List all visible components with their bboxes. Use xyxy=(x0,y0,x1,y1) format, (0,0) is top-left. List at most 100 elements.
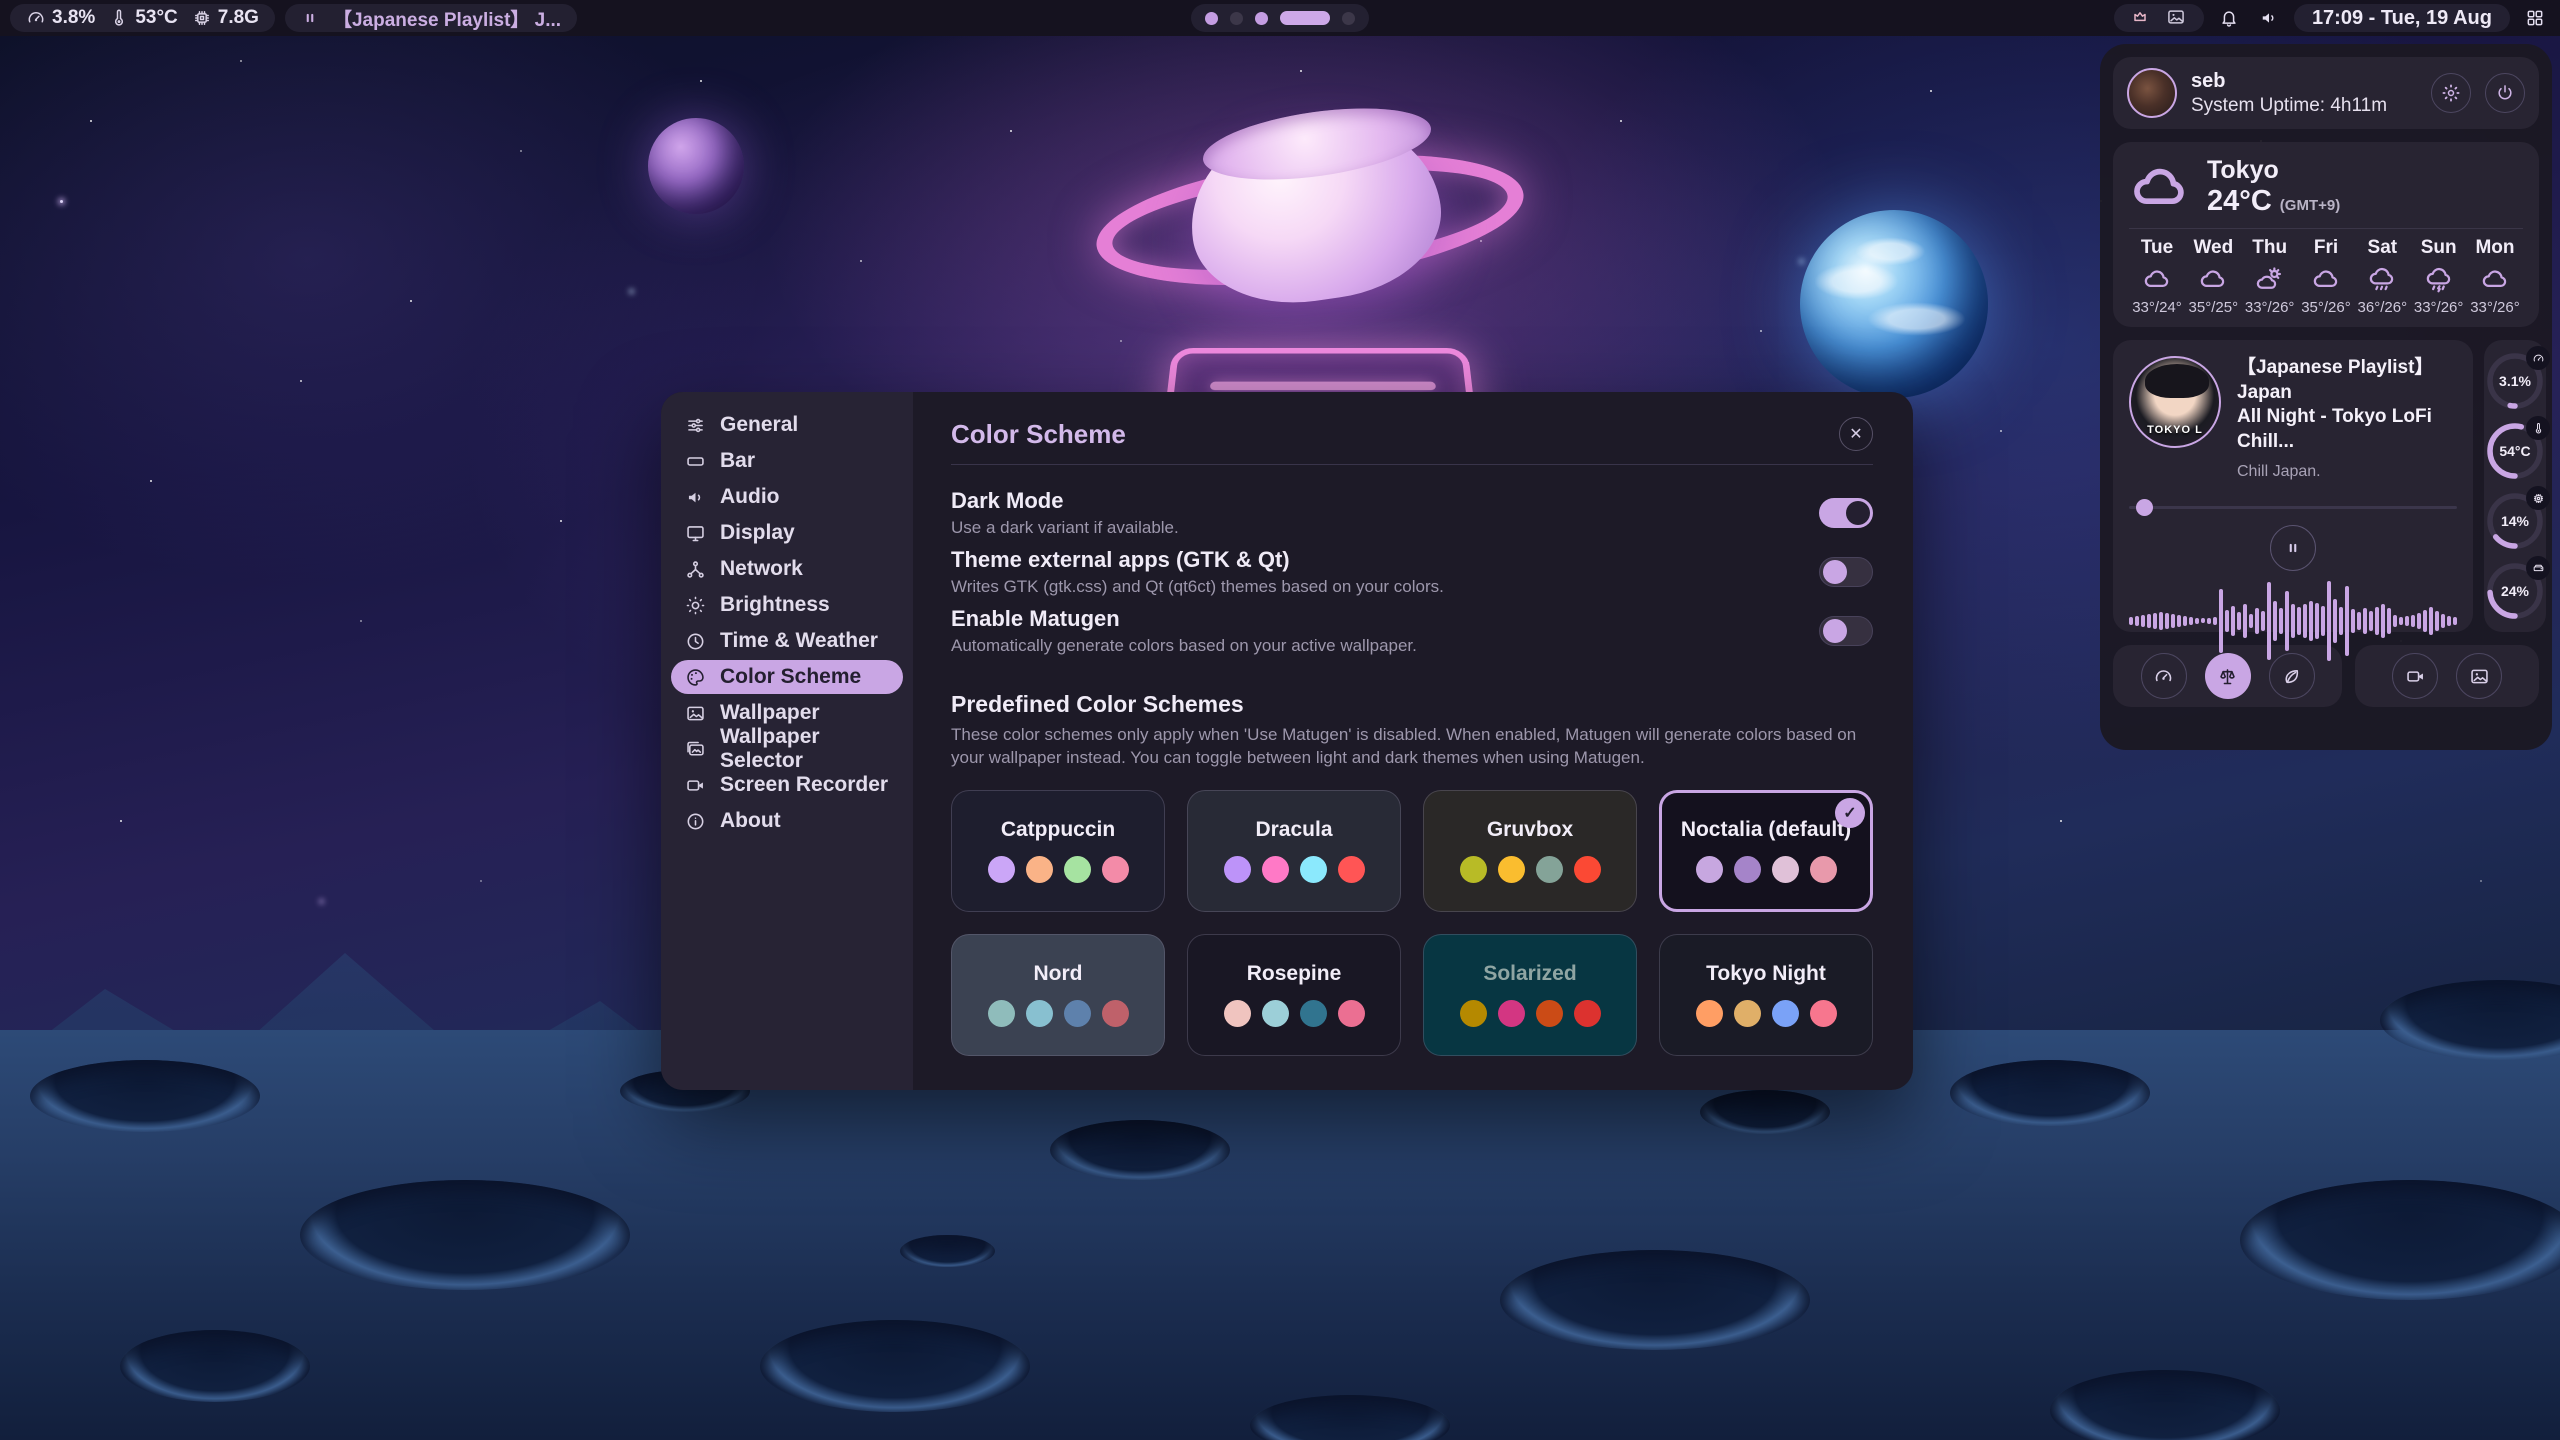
visualizer-bar xyxy=(2207,618,2211,624)
workspace-4-active[interactable] xyxy=(1280,11,1330,25)
color-swatch xyxy=(1102,856,1129,883)
sidebar-item-general[interactable]: General xyxy=(671,408,903,442)
color-swatch xyxy=(1536,1000,1563,1027)
visualizer-bar xyxy=(2189,617,2193,625)
image-button[interactable] xyxy=(2456,653,2502,699)
visualizer-bar xyxy=(2261,611,2265,631)
setting-title: Theme external apps (GTK & Qt) xyxy=(951,547,1444,573)
color-swatch xyxy=(1734,1000,1761,1027)
visualizer-bar xyxy=(2237,612,2241,630)
close-button[interactable]: ✕ xyxy=(1839,417,1873,451)
sidebar-item-time-weather[interactable]: Time & Weather xyxy=(671,624,903,658)
visualizer-bar xyxy=(2141,615,2145,627)
workspaces-pill[interactable] xyxy=(1191,4,1369,32)
scheme-card-rosepine[interactable]: Rosepine xyxy=(1187,934,1401,1056)
gear-icon[interactable] xyxy=(2431,73,2471,113)
sidebar-item-about[interactable]: About xyxy=(671,804,903,838)
visualizer-bar xyxy=(2441,614,2445,628)
cloud-icon xyxy=(2480,264,2510,294)
image-icon[interactable] xyxy=(2166,7,2188,29)
tray-app-icon[interactable] xyxy=(2130,7,2152,29)
scheme-card-solarized[interactable]: Solarized xyxy=(1423,934,1637,1056)
dashboard-icon[interactable] xyxy=(2520,3,2550,33)
visualizer-bar xyxy=(2423,610,2427,632)
gauge-disk: 24% xyxy=(2484,560,2546,622)
system-tray[interactable] xyxy=(2114,4,2204,32)
sidebar-item-color-scheme[interactable]: Color Scheme xyxy=(671,660,903,694)
scheme-name: Dracula xyxy=(1255,818,1332,842)
visualizer-bar xyxy=(2357,612,2361,630)
scheme-name: Solarized xyxy=(1483,962,1576,986)
media-player-card: TOKYO L 【Japanese Playlist】 Japan All Ni… xyxy=(2113,340,2473,632)
bell-icon[interactable] xyxy=(2214,3,2244,33)
sidebar-item-wallpaper-selector[interactable]: Wallpaper Selector xyxy=(671,732,903,766)
user-card: seb System Uptime: 4h11m xyxy=(2113,57,2539,129)
visualizer-bar xyxy=(2345,586,2349,656)
visualizer-bar xyxy=(2435,611,2439,631)
album-art-label: TOKYO L xyxy=(2131,424,2219,436)
crater xyxy=(1500,1250,1810,1350)
sidebar-item-brightness[interactable]: Brightness xyxy=(671,588,903,622)
sidebar-item-audio[interactable]: Audio xyxy=(671,480,903,514)
scheme-card-nord[interactable]: Nord xyxy=(951,934,1165,1056)
scheme-card-tokyo-night[interactable]: Tokyo Night xyxy=(1659,934,1873,1056)
toggle-switch[interactable] xyxy=(1819,498,1873,528)
visualizer-bar xyxy=(2177,615,2181,627)
scheme-name: Nord xyxy=(1034,962,1083,986)
toggle-switch[interactable] xyxy=(1819,557,1873,587)
sidebar-item-bar[interactable]: Bar xyxy=(671,444,903,478)
gallery-icon xyxy=(685,739,706,760)
workspace-2[interactable] xyxy=(1230,12,1243,25)
color-swatch xyxy=(1772,856,1799,883)
thermometer-icon xyxy=(2526,416,2550,440)
bar-media-label: 【Japanese Playlist】 J... xyxy=(333,5,561,32)
sidebar-item-display[interactable]: Display xyxy=(671,516,903,550)
color-swatch xyxy=(1262,856,1289,883)
forecast-day-sun: Sun33°/26° xyxy=(2411,237,2467,316)
power-icon[interactable] xyxy=(2485,73,2525,113)
color-swatch xyxy=(1224,856,1251,883)
toggle-switch[interactable] xyxy=(1819,616,1873,646)
settings-window: GeneralBarAudioDisplayNetworkBrightnessT… xyxy=(661,392,1913,1090)
scheme-card-noctalia-default-[interactable]: Noctalia (default)✓ xyxy=(1659,790,1873,912)
progress-track xyxy=(2129,506,2457,509)
user-name: seb xyxy=(2191,70,2417,93)
progress-knob[interactable] xyxy=(2136,499,2153,516)
weather-city: Tokyo xyxy=(2207,156,2340,185)
scheme-card-catppuccin[interactable]: Catppuccin xyxy=(951,790,1165,912)
workspace-5[interactable] xyxy=(1342,12,1355,25)
purple-planet xyxy=(648,118,744,214)
visualizer-bar xyxy=(2285,591,2289,651)
color-swatch xyxy=(1338,1000,1365,1027)
workspace-3[interactable] xyxy=(1255,12,1268,25)
pause-button[interactable] xyxy=(2270,525,2316,571)
weather-timezone: (GMT+9) xyxy=(2280,197,2340,214)
bar-media-pill[interactable]: 【Japanese Playlist】 J... xyxy=(285,4,577,32)
image-icon xyxy=(685,703,706,724)
speedometer-icon xyxy=(26,8,46,28)
color-swatch xyxy=(1460,1000,1487,1027)
clock-pill[interactable]: 17:09 - Tue, 19 Aug xyxy=(2294,4,2510,32)
speaker-icon[interactable] xyxy=(2254,3,2284,33)
forecast-day-mon: Mon33°/26° xyxy=(2467,237,2523,316)
crater xyxy=(2050,1370,2280,1440)
color-swatch xyxy=(1224,1000,1251,1027)
media-progress-bar[interactable] xyxy=(2129,499,2457,515)
setting-row-theme-external-apps-gtk-qt-: Theme external apps (GTK & Qt)Writes GTK… xyxy=(951,547,1873,597)
color-swatch xyxy=(1064,856,1091,883)
system-stats-pill[interactable]: 3.8%53°C7.8G xyxy=(10,4,275,32)
color-swatch xyxy=(1460,856,1487,883)
workspace-1[interactable] xyxy=(1205,12,1218,25)
stars-glow-layer xyxy=(60,200,63,203)
color-swatch xyxy=(1026,856,1053,883)
scheme-card-dracula[interactable]: Dracula xyxy=(1187,790,1401,912)
sidebar-item-screen-recorder[interactable]: Screen Recorder xyxy=(671,768,903,802)
earth-planet xyxy=(1800,210,1988,398)
setting-title: Dark Mode xyxy=(951,488,1179,514)
sidebar-item-network[interactable]: Network xyxy=(671,552,903,586)
color-swatch xyxy=(1102,1000,1129,1027)
system-uptime: System Uptime: 4h11m xyxy=(2191,95,2417,117)
scheme-card-gruvbox[interactable]: Gruvbox xyxy=(1423,790,1637,912)
visualizer-bar xyxy=(2165,613,2169,629)
visualizer-bar xyxy=(2303,604,2307,638)
